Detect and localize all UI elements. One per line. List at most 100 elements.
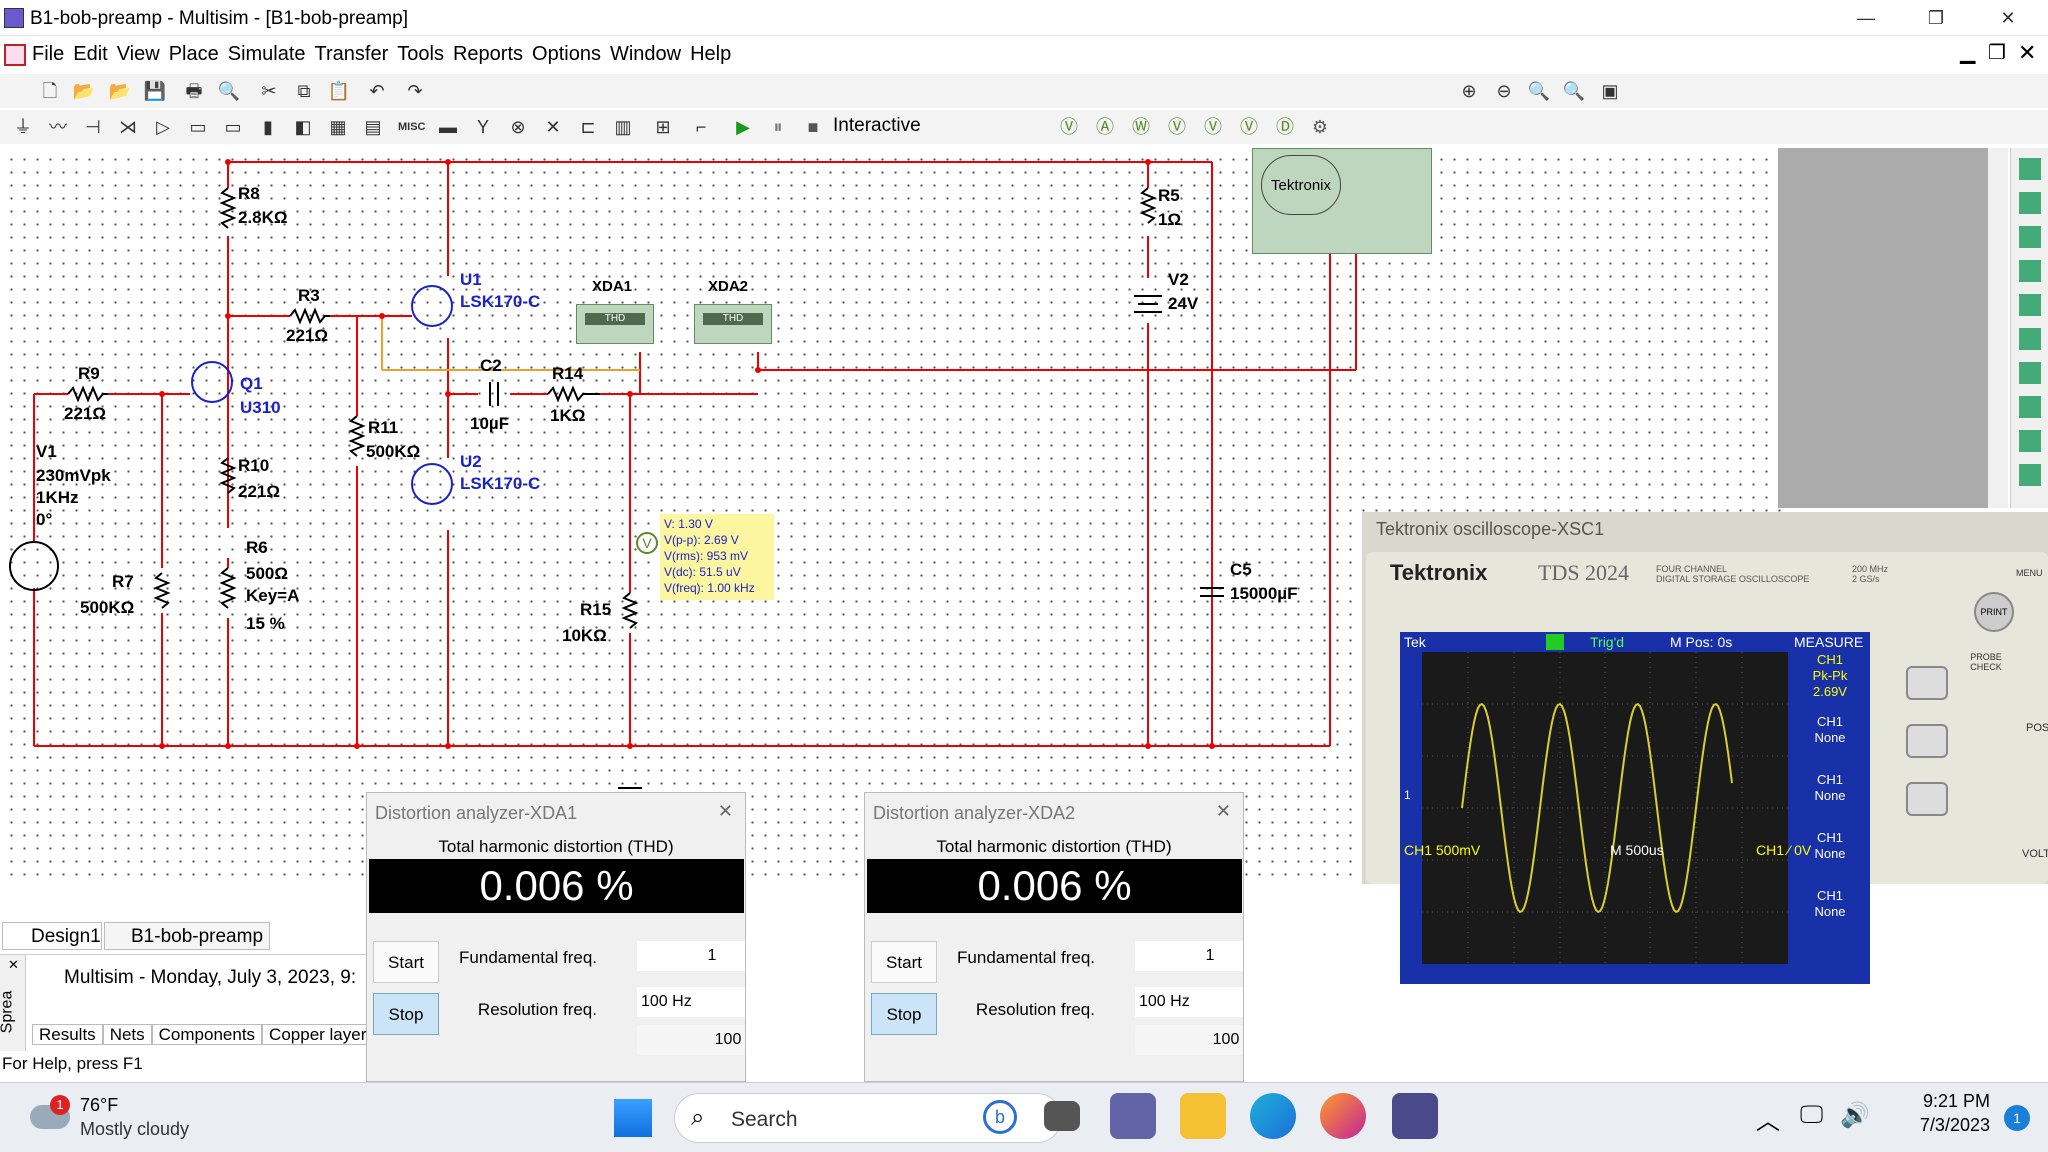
menu-transfer[interactable]: Transfer bbox=[315, 36, 389, 72]
doc-minimize-button[interactable]: ▁ bbox=[1960, 40, 1975, 65]
copy-icon[interactable]: ⧉ bbox=[291, 78, 317, 104]
place-ni-icon[interactable]: ✕ bbox=[540, 114, 566, 140]
firefox-icon[interactable] bbox=[1320, 1093, 1366, 1139]
spreadsheet-close-icon[interactable]: ✕ bbox=[8, 957, 19, 973]
place-ttl-icon[interactable]: ▭ bbox=[185, 114, 211, 140]
run-icon[interactable]: ▶ bbox=[730, 114, 756, 140]
multimeter-icon[interactable] bbox=[2019, 158, 2041, 180]
place-transistor-icon[interactable]: ⋊ bbox=[115, 114, 141, 140]
clock-date[interactable]: 7/3/2023 bbox=[1890, 1115, 1990, 1136]
probe-power-icon[interactable]: Ⓦ bbox=[1128, 114, 1154, 140]
place-mcu-icon[interactable]: ▥ bbox=[610, 114, 636, 140]
menu-view[interactable]: View bbox=[117, 36, 160, 72]
zoom-area-icon[interactable]: 🔍 bbox=[1526, 78, 1552, 104]
place-analog-icon[interactable]: ▷ bbox=[150, 114, 176, 140]
stop-icon[interactable]: ■ bbox=[800, 114, 826, 140]
network-analyzer-icon[interactable] bbox=[2019, 464, 2041, 486]
place-peripheral-icon[interactable]: ▬ bbox=[435, 114, 461, 140]
xda1-instrument[interactable]: THD bbox=[576, 304, 654, 344]
print-icon[interactable]: 🖶 bbox=[181, 78, 207, 104]
xda1-start-button[interactable]: Start bbox=[373, 941, 439, 983]
pause-icon[interactable]: ⏸ bbox=[765, 114, 791, 140]
multisim-taskbar-icon[interactable] bbox=[1392, 1093, 1438, 1139]
minimize-button[interactable]: — bbox=[1836, 0, 1896, 36]
xda1-stop-button[interactable]: Stop bbox=[373, 993, 439, 1035]
voltage-probe-icon[interactable]: V bbox=[636, 532, 658, 554]
edge-icon[interactable] bbox=[1250, 1093, 1296, 1139]
place-basic-icon[interactable]: 〰 bbox=[45, 114, 71, 140]
place-misc-digital-icon[interactable]: ▮ bbox=[255, 114, 281, 140]
place-rf-icon[interactable]: Y bbox=[470, 114, 496, 140]
word-generator-icon[interactable] bbox=[2019, 328, 2041, 350]
xda1-close-button[interactable]: ✕ bbox=[718, 801, 733, 822]
start-icon[interactable] bbox=[614, 1099, 652, 1137]
xda2-start-button[interactable]: Start bbox=[871, 941, 937, 983]
function-generator-icon[interactable] bbox=[2019, 192, 2041, 214]
tab-components[interactable]: Components bbox=[151, 1024, 263, 1045]
menu-edit[interactable]: Edit bbox=[73, 36, 107, 72]
new-icon[interactable]: 🗋 bbox=[37, 78, 63, 104]
place-cmos-icon[interactable]: ▭ bbox=[220, 114, 246, 140]
chevron-up-icon[interactable]: ︿ bbox=[1756, 1101, 1780, 1136]
place-diode-icon[interactable]: ⊣ bbox=[80, 114, 106, 140]
scope-menu-button-1[interactable] bbox=[1906, 666, 1948, 700]
logic-analyzer-icon[interactable] bbox=[2019, 362, 2041, 384]
notification-badge[interactable]: 1 bbox=[2004, 1105, 2030, 1131]
tab-b1-bob-preamp[interactable]: B1-bob-preamp bbox=[104, 922, 270, 950]
probe-digital-icon[interactable]: Ⓓ bbox=[1272, 114, 1298, 140]
tab-results[interactable]: Results bbox=[32, 1024, 103, 1045]
scope-instrument[interactable]: Tektronix bbox=[1252, 148, 1432, 254]
distortion-analyzer-icon[interactable] bbox=[2019, 396, 2041, 418]
volume-icon[interactable]: 🔊 bbox=[1840, 1101, 1870, 1130]
clock-time[interactable]: 9:21 PM bbox=[1900, 1091, 1990, 1112]
paste-icon[interactable]: 📋 bbox=[326, 78, 352, 104]
interactive-mode-label[interactable]: Interactive bbox=[833, 115, 921, 137]
menu-simulate[interactable]: Simulate bbox=[228, 36, 306, 72]
place-indicator-icon[interactable]: ▦ bbox=[325, 114, 351, 140]
place-source-icon[interactable]: ⏚ bbox=[10, 114, 36, 140]
menu-options[interactable]: Options bbox=[532, 36, 601, 72]
xda2-close-button[interactable]: ✕ bbox=[1216, 801, 1231, 822]
canvas-vscrollbar[interactable] bbox=[1988, 148, 2008, 508]
bode-plotter-icon[interactable] bbox=[2019, 294, 2041, 316]
scope-menu-button-2[interactable] bbox=[1906, 724, 1948, 758]
place-misc-icon[interactable]: MISC bbox=[398, 114, 426, 140]
redo-icon[interactable]: ↷ bbox=[402, 78, 428, 104]
probe-vi-icon[interactable]: Ⓥ bbox=[1200, 114, 1226, 140]
open-icon[interactable]: 📂 bbox=[71, 78, 97, 104]
doc-restore-button[interactable]: ❐ bbox=[1988, 40, 2006, 65]
place-electromech-icon[interactable]: ⊗ bbox=[505, 114, 531, 140]
place-mixed-icon[interactable]: ◧ bbox=[290, 114, 316, 140]
print-preview-icon[interactable]: 🔍 bbox=[216, 78, 242, 104]
menu-file[interactable]: File bbox=[32, 36, 64, 72]
restore-button[interactable]: ❐ bbox=[1906, 0, 1966, 36]
teams-icon[interactable] bbox=[1110, 1093, 1156, 1139]
xda2-stop-button[interactable]: Stop bbox=[871, 993, 937, 1035]
weather-widget[interactable]: 1 76°F Mostly cloudy bbox=[26, 1091, 226, 1143]
probe-voltage-icon[interactable]: Ⓥ bbox=[1056, 114, 1082, 140]
xda2-res-select[interactable]: 100 Hz⌄ bbox=[1135, 987, 1243, 1017]
xda1-fund-input[interactable]: 1 bbox=[637, 941, 745, 971]
open-samples-icon[interactable]: 📂 bbox=[107, 78, 133, 104]
network-icon[interactable]: 🖵 bbox=[1800, 1101, 1823, 1129]
probe-diff-icon[interactable]: Ⓥ bbox=[1164, 114, 1190, 140]
search-box[interactable]: ⌕ Search b bbox=[674, 1093, 1062, 1143]
scope-menu-button-3[interactable] bbox=[1906, 782, 1948, 816]
menu-window[interactable]: Window bbox=[610, 36, 681, 72]
place-hier-icon[interactable]: ⊞ bbox=[650, 114, 676, 140]
oscilloscope-icon[interactable] bbox=[2019, 260, 2041, 282]
menu-help[interactable]: Help bbox=[690, 36, 731, 72]
file-explorer-icon[interactable] bbox=[1180, 1093, 1226, 1139]
probe-ref-icon[interactable]: Ⓥ bbox=[1236, 114, 1262, 140]
xda2-fund-input[interactable]: 1 bbox=[1135, 941, 1243, 971]
task-view-icon[interactable] bbox=[1044, 1101, 1080, 1131]
save-icon[interactable]: 💾 bbox=[142, 78, 168, 104]
wattmeter-icon[interactable] bbox=[2019, 226, 2041, 248]
doc-close-button[interactable]: ✕ bbox=[2018, 40, 2036, 66]
xda1-res-select[interactable]: 100 Hz⌄ bbox=[637, 987, 745, 1017]
probe-current-icon[interactable]: Ⓐ bbox=[1092, 114, 1118, 140]
zoom-fit-icon[interactable]: 🔍 bbox=[1561, 78, 1587, 104]
place-connector-icon[interactable]: ⊏ bbox=[575, 114, 601, 140]
xda2-instrument[interactable]: THD bbox=[694, 304, 772, 344]
place-power-icon[interactable]: ▤ bbox=[360, 114, 386, 140]
